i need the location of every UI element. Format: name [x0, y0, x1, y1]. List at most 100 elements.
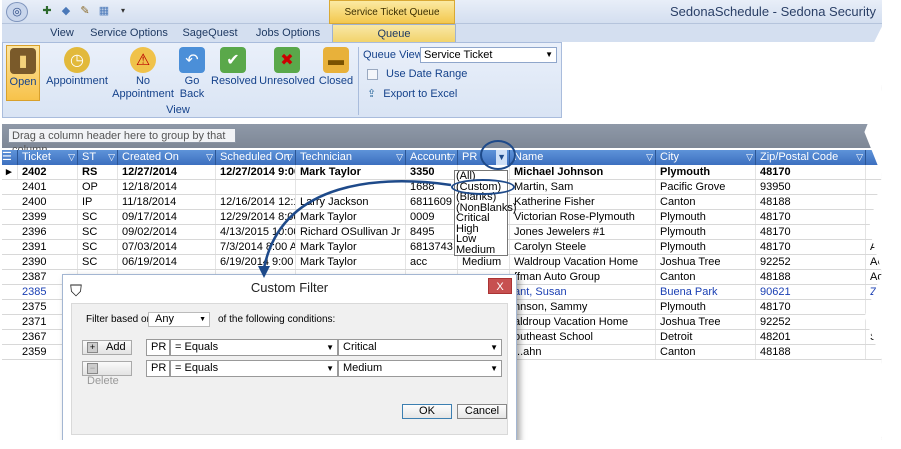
chevron-down-icon: ▼: [199, 316, 206, 323]
tab-view[interactable]: View: [42, 24, 82, 42]
dropdown-option-low[interactable]: Low: [456, 234, 507, 245]
quick-access-toolbar: ✚ ◆ ✎ ▦ ▾: [40, 4, 130, 18]
table-row[interactable]: 2399SC09/17/201412/29/2014 8:00...Mark T…: [2, 210, 882, 225]
cell-city: Canton: [656, 345, 756, 360]
resolved-button[interactable]: ✔ Resolved: [211, 45, 257, 88]
cell-ticket: 2390: [18, 255, 78, 270]
table-row[interactable]: 2390SC06/19/20146/19/2014 9:00 AMMark Ta…: [2, 255, 882, 270]
column-header-city[interactable]: City ▽: [656, 150, 756, 165]
cell-name: hnson, Sammy: [510, 300, 656, 315]
ok-button[interactable]: OK: [402, 404, 452, 419]
column-header-technician[interactable]: Technician ▽: [296, 150, 406, 165]
plus-icon[interactable]: ✚: [40, 4, 54, 18]
dropdown-option-critical[interactable]: Critical: [456, 213, 507, 224]
cell-city: Joshua Tree: [656, 255, 756, 270]
table-row[interactable]: 2391SC07/03/20147/3/2014 8:00 AMMark Tay…: [2, 240, 882, 255]
row-indicator-icon: ▸: [2, 165, 18, 180]
cell-extra: [866, 180, 882, 195]
dropdown-icon[interactable]: ▾: [116, 4, 130, 18]
money-check-icon: ✔: [220, 47, 246, 73]
tab-jobs-options[interactable]: Jobs Options: [252, 24, 324, 42]
column-header-st[interactable]: ST ▽: [78, 150, 118, 165]
cell-pr: Medium: [458, 255, 510, 270]
cell-name: ant, Susan: [510, 285, 656, 300]
ribbon-tabs: View Service Options SageQuest Jobs Opti…: [2, 24, 882, 42]
cell-city: Plymouth: [656, 240, 756, 255]
cell-city: Detroit: [656, 330, 756, 345]
calendar-icon[interactable]: ▦: [97, 4, 111, 18]
filter-icon[interactable]: ▽: [646, 150, 653, 165]
queue-view-select[interactable]: Service Ticket ▼: [420, 47, 557, 63]
condition-field[interactable]: PR: [146, 360, 170, 377]
table-row[interactable]: 2396SC09/02/20144/13/2015 10:00...Richar…: [2, 225, 882, 240]
callout-ellipse: [451, 179, 515, 195]
dropdown-option-medium[interactable]: Medium: [456, 244, 507, 256]
any-all-select[interactable]: Any ▼: [148, 312, 210, 327]
app-menu-icon[interactable]: ◎: [6, 2, 28, 22]
cell-zip: 92252: [756, 255, 866, 270]
condition-value[interactable]: Critical ▼: [338, 339, 502, 356]
no-appointment-button[interactable]: ⚠ No Appointment: [111, 45, 175, 101]
close-button[interactable]: X: [488, 278, 512, 294]
appointment-button[interactable]: ◷ Appointment: [45, 45, 109, 88]
wrench-icon[interactable]: ✎: [78, 4, 92, 18]
cell-sched: [216, 180, 296, 195]
column-header-ticket[interactable]: Ticket ▽: [18, 150, 78, 165]
column-chooser-icon[interactable]: ☰: [2, 150, 18, 165]
cell-zip: 48170: [756, 240, 866, 255]
condition-field[interactable]: PR: [146, 339, 170, 356]
filter-icon[interactable]: ▽: [68, 150, 75, 165]
export-to-excel-button[interactable]: ⇪ Export to Excel: [367, 87, 457, 100]
delete-button[interactable]: −Delete: [82, 361, 132, 387]
filter-icon[interactable]: ▽: [448, 150, 455, 165]
condition-operator[interactable]: = Equals ▼: [170, 339, 338, 356]
unresolved-button[interactable]: ✖ Unresolved: [259, 45, 315, 88]
cell-extra: Z: [866, 285, 882, 300]
closed-button[interactable]: ▬ Closed: [317, 45, 355, 88]
queue-view-label: Queue View: [363, 49, 423, 61]
cell-ticket: 2402: [18, 165, 78, 180]
filter-icon[interactable]: ▽: [286, 150, 293, 165]
cell-created: 11/18/2014: [118, 195, 216, 210]
column-header-zip[interactable]: Zip/Postal Code ▽: [756, 150, 866, 165]
filter-icon[interactable]: ▽: [856, 150, 863, 165]
filter-icon[interactable]: ▽: [108, 150, 115, 165]
condition-row: PR = Equals ▼ Critical ▼: [146, 339, 503, 356]
cell-created: 12/18/2014: [118, 180, 216, 195]
open-button[interactable]: ▮ Open: [6, 45, 40, 101]
tag-icon[interactable]: ◆: [59, 4, 73, 18]
table-row[interactable]: ▸ 2402 RS 12/27/2014 12/27/2014 9:00 Mark Tay…: [2, 165, 882, 180]
column-header-created-on[interactable]: Created On ▽: [118, 150, 216, 165]
cell-st: SC: [78, 255, 118, 270]
app-window: ◎ ✚ ◆ ✎ ▦ ▾ Service Ticket Queue Opti...…: [2, 0, 882, 440]
tab-queue[interactable]: Queue: [332, 24, 456, 42]
filter-icon[interactable]: ▽: [396, 150, 403, 165]
cell-name: aldroup Vacation Home: [510, 315, 656, 330]
condition-value[interactable]: Medium ▼: [338, 360, 502, 377]
tab-service-options[interactable]: Service Options: [90, 24, 168, 42]
condition-operator[interactable]: = Equals ▼: [170, 360, 338, 377]
filter-icon[interactable]: ▽: [746, 150, 753, 165]
cell-account: 3350: [406, 165, 458, 180]
column-header-name[interactable]: Name ▽: [510, 150, 656, 165]
cell-st: SC: [78, 225, 118, 240]
use-date-range-checkbox[interactable]: [367, 69, 378, 80]
cancel-button[interactable]: Cancel: [457, 404, 507, 419]
tab-sagequest[interactable]: SageQuest: [178, 24, 242, 42]
cell-account: 6813743: [406, 240, 458, 255]
column-header-account[interactable]: Account ▽: [406, 150, 458, 165]
dialog-title: Custom Filter: [250, 280, 329, 295]
table-row[interactable]: 2401 OP 12/18/2014 1688 Martin, Sam Pacific G…: [2, 180, 882, 195]
add-button[interactable]: + Add: [82, 340, 132, 355]
filter-icon[interactable]: ▽: [206, 150, 213, 165]
export-icon: ⇪: [367, 88, 377, 100]
cell-tech: Mark Taylor: [296, 255, 406, 270]
context-group-label: Service Ticket Queue Opti...: [329, 0, 455, 42]
column-header-scheduled-on[interactable]: Scheduled On ▽: [216, 150, 296, 165]
cell-st: RS: [78, 165, 118, 180]
table-row[interactable]: 2400IP11/18/201412/16/2014 12:10...Larry…: [2, 195, 882, 210]
go-back-button[interactable]: ↶ Go Back: [177, 45, 207, 101]
conditions-label: of the following conditions:: [218, 314, 336, 325]
cell-sched: 12/29/2014 8:00...: [216, 210, 296, 225]
cell-created: 09/17/2014: [118, 210, 216, 225]
